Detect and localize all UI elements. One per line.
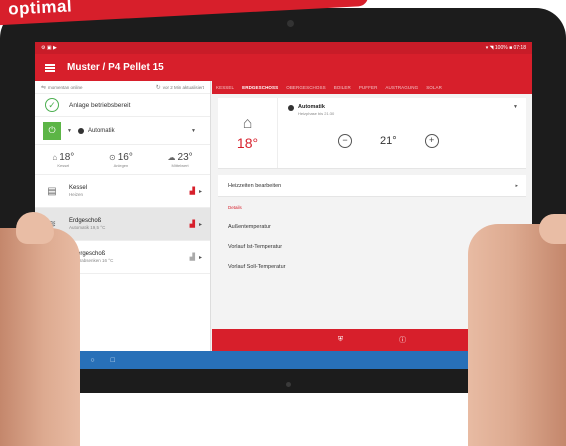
right-thumb [539,214,566,244]
mode-icon [77,127,84,134]
target-temperature-control: − 21° + [338,134,439,148]
edit-heating-times-row[interactable]: Heizzeiten bearbeiten ▸ [218,175,526,197]
flame-icon: ▟ [189,221,195,228]
left-hand [0,228,80,446]
temp-mittelwert: ☁ 23° Mittelwert [168,152,193,168]
detail-label: Vorlauf Soll-Temperatur [228,264,286,270]
camera-dot [287,20,294,27]
target-temperature: 21° [380,135,397,147]
chevron-down-icon[interactable]: ▼ [67,128,72,134]
zone-status: Dauerabsenken 16 °C [69,258,114,263]
menu-icon[interactable] [45,63,55,72]
dropdown-arrow-icon[interactable]: ▼ [191,128,196,134]
system-status-label: Anlage betriebsbereit [69,101,131,109]
tab-erdgeschoss[interactable]: ERDGESCHOSS [242,85,278,90]
recent-apps-icon[interactable]: □ [111,357,115,364]
home-sensor-dot [286,382,291,387]
info-icon[interactable]: ⓘ [399,335,406,345]
tab-puffer[interactable]: PUFFER [359,85,378,90]
tab-solar[interactable]: SOLAR [426,85,442,90]
home-thermometer-icon: ⌂ [52,152,58,162]
detail-label: Außentemperatur [228,224,271,230]
detail-label: Vorlauf Ist-Temperatur [228,244,283,250]
room-mode-detail: Heizphase bis 21:30 [298,111,335,116]
connection-icon: ⇋ [41,84,47,91]
right-hand [468,224,566,446]
summary-temperatures: ⌂ 18° Kessel ⊙ 16° Anlegen ☁ 23° Mittelwert [35,145,210,175]
connection-row: ⇋ momentan online ↻ vor 2 Min aktualisiert [35,81,210,94]
room-mode-selector[interactable]: Automatik Heizphase bis 21:30 ▼ [278,98,526,116]
check-icon: ✓ [45,98,59,112]
room-control-card: ⌂ 18° Automatik Heizphase bis 21:30 ▼ − … [218,98,526,169]
temp-label: Anlegen [113,162,129,168]
app-bar: Muster / P4 Pellet 15 [35,54,532,81]
tab-austragung[interactable]: AUSTRAGUNG [385,85,418,90]
cloud-icon: ☁ [167,152,176,162]
mode-label: Automatik [87,127,115,134]
room-temperature-block: ⌂ 18° [218,98,278,168]
temp-label: Kessel [57,162,70,168]
chevron-right-icon[interactable]: ▸ [199,188,202,195]
tab-obergeschoss[interactable]: OBERGESCHOSS [286,85,325,90]
dropdown-arrow-icon[interactable]: ▼ [513,104,518,110]
shield-icon[interactable]: ⛨ [338,336,343,344]
zone-status: Heizen [69,192,84,197]
refresh-icon[interactable]: ↻ [156,85,161,91]
temp-value: 16° [117,151,133,163]
decrease-temperature-button[interactable]: − [338,134,352,148]
zone-status: Automatik 19,5 °C [69,225,106,230]
status-bar-left: ⚙ ▣ ▶ [41,45,57,51]
room-temperature: 18° [236,135,259,151]
house-thermometer-icon: ⌂ [242,115,253,132]
system-navigation-bar: ◁ ○ □ [35,351,532,369]
home-icon[interactable]: ○ [90,357,94,364]
status-bar-right: ▾ ◥ 100% ■ 07:18 [485,45,526,51]
status-bar: ⚙ ▣ ▶ ▾ ◥ 100% ■ 07:18 [35,42,532,54]
app-title: Muster / P4 Pellet 15 [67,62,164,73]
online-status: momentan online [48,84,83,90]
flame-icon: ▟ [189,254,195,261]
zone-name: Obergeschoß [69,251,106,257]
details-heading: Details [228,205,242,210]
power-button[interactable]: ⏻ [43,121,61,140]
temp-value: 18° [59,151,75,163]
system-status-row: ✓ Anlage betriebsbereit [35,94,210,117]
room-mode-name: Automatik [298,104,325,110]
chevron-right-icon[interactable]: ▸ [515,183,518,189]
tab-kessel[interactable]: KESSEL [216,85,234,90]
zone-item-kessel[interactable]: ▤ Kessel Heizen ▟ ▸ [35,175,210,208]
tab-boiler[interactable]: BOILER [334,85,351,90]
temp-value: 23° [177,151,193,163]
mode-icon [288,105,294,111]
zone-name: Kessel [69,185,88,191]
temp-anlegen: ⊙ 16° Anlegen [109,152,133,168]
heating-icon: ⊙ [109,152,116,162]
zone-name: Erdgeschoß [69,218,102,224]
mode-selector[interactable]: ⏻ ▼ Automatik ▼ [35,117,210,145]
refresh-time: vor 2 Min aktualisiert [162,84,204,90]
temp-kessel: ⌂ 18° Kessel [52,152,74,168]
flame-icon: ▟ [189,188,195,195]
zone-tabs: KESSEL ERDGESCHOSS OBERGESCHOSS BOILER P… [212,81,532,94]
boiler-icon: ▤ [47,185,57,197]
chevron-right-icon[interactable]: ▸ [199,221,202,228]
temp-label: Mittelwert [171,162,189,168]
chevron-right-icon[interactable]: ▸ [199,254,202,261]
app-screen: ⚙ ▣ ▶ ▾ ◥ 100% ■ 07:18 Muster / P4 Pelle… [35,42,532,369]
edit-heating-times-label: Heizzeiten bearbeiten [228,182,282,189]
increase-temperature-button[interactable]: + [424,134,439,148]
